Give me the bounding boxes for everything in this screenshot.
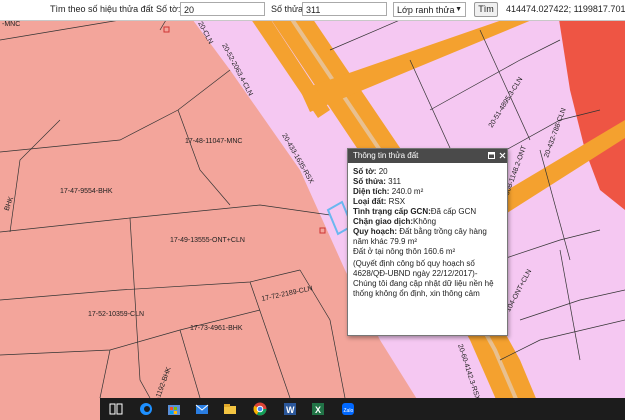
- search-button[interactable]: Tìm: [474, 2, 498, 17]
- info-quy-hoach: Quy hoạch: Đất bằng trồng cây hàng năm k…: [353, 227, 487, 246]
- info-chan-giao-dich: Chặn giao dịch:Không: [353, 217, 437, 226]
- parcel-label: 17-49-13555-ONT+CLN: [170, 237, 245, 244]
- parcel-label: 17-48-11047-MNC: [185, 138, 242, 145]
- dropdown-arrow-icon: ▼: [455, 6, 462, 13]
- info-quy-hoach-2: Đất ở tại nông thôn 160.6 m²: [353, 247, 456, 256]
- svg-text:X: X: [315, 405, 321, 415]
- parcel-label: 17-73-4961-BHK: [190, 325, 243, 332]
- zalo-icon[interactable]: Zalo: [340, 401, 356, 417]
- popup-body: Số tờ: 20 Số thửa: 311 Diện tích: 240.0 …: [348, 163, 507, 303]
- so-thua-input[interactable]: 311: [302, 2, 387, 16]
- windows-taskbar: W X Zalo: [100, 398, 625, 420]
- info-so-to: Số tờ: 20: [353, 167, 388, 176]
- so-to-input[interactable]: 20: [180, 2, 265, 16]
- store-icon[interactable]: [166, 401, 182, 417]
- so-thua-label: Số thửa:: [271, 4, 306, 14]
- task-view-icon[interactable]: [108, 401, 124, 417]
- parcel-label: -MNC: [2, 21, 20, 28]
- search-mode-label[interactable]: Tìm theo số hiệu thửa đất: [50, 4, 153, 14]
- parcel-label: 17-52-10359-CLN: [88, 311, 144, 318]
- info-dien-tich: Diện tích: 240.0 m²: [353, 187, 424, 196]
- layer-select-value: Lớp ranh thửa: [397, 5, 455, 15]
- mail-icon[interactable]: [194, 401, 210, 417]
- svg-text:Zalo: Zalo: [344, 408, 354, 414]
- edge-icon[interactable]: [138, 401, 154, 417]
- close-icon[interactable]: [499, 152, 506, 159]
- parcel-label: 17-47-9554-BHK: [60, 188, 113, 195]
- chrome-icon[interactable]: [252, 401, 268, 417]
- popup-header: Thông tin thửa đất: [348, 149, 507, 163]
- coordinate-readout: 414474.027422; 1199817.70172: [506, 4, 625, 14]
- popup-title: Thông tin thửa đất: [353, 151, 419, 160]
- info-note: (Quyết định công bố quy hoạch số 4628/QĐ…: [353, 259, 494, 298]
- cadastral-map[interactable]: -MNC 17-48-11047-MNC 17-47-9554-BHK 17-4…: [0, 0, 625, 420]
- so-to-label: Số tờ:: [156, 4, 181, 14]
- maximize-icon[interactable]: [488, 152, 495, 159]
- svg-text:W: W: [286, 405, 295, 415]
- file-explorer-icon[interactable]: [222, 401, 238, 417]
- layer-select[interactable]: Lớp ranh thửa ▼: [393, 2, 466, 17]
- word-icon[interactable]: W: [282, 401, 298, 417]
- parcel-info-popup: Thông tin thửa đất Số tờ: 20 Số thửa: 31…: [347, 148, 508, 336]
- search-toolbar: Tìm theo số hiệu thửa đất Số tờ: 20 Số t…: [0, 0, 625, 21]
- info-so-thua: Số thửa: 311: [353, 177, 401, 186]
- info-tinh-trang: Tình trạng cấp GCN:Đã cấp GCN: [353, 207, 477, 216]
- excel-icon[interactable]: X: [310, 401, 326, 417]
- info-loai-dat: Loại đất: RSX: [353, 197, 406, 206]
